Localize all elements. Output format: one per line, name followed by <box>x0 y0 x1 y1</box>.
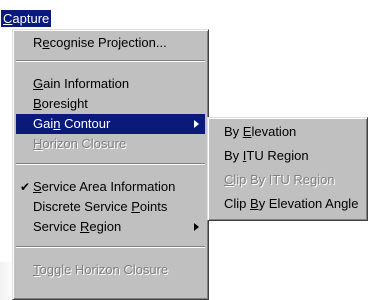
menu-item-accelerator: B <box>33 96 42 111</box>
menu-item-accelerator: P <box>131 199 140 214</box>
menu-item-toggle-horizon-closure: Toggle Horizon Closure <box>16 260 205 280</box>
menu-item-label-rest: oresight <box>41 96 88 111</box>
menu-item-label-rest: levation <box>251 124 297 139</box>
menu-item-label-rest: y Elevation Angle <box>258 196 359 211</box>
menu-item-gain-contour[interactable]: Gain Contour <box>16 114 205 134</box>
menu-item-label: Discrete Service <box>33 199 132 214</box>
menu-item-label: R <box>33 35 43 50</box>
menu-item-label: By <box>224 124 243 139</box>
menu-item-label-rest: orizon Closure <box>42 136 127 151</box>
submenu-arrow-icon <box>194 223 199 231</box>
menu-item-label: Gai <box>33 116 54 131</box>
menu-item-horizon-closure: Horizon Closure <box>16 134 205 154</box>
menu-item-discrete-service-points[interactable]: Discrete Service Points <box>16 197 205 217</box>
menu-item-label-rest: oints <box>139 199 168 214</box>
menu-item-label: Clip <box>224 196 251 211</box>
submenu-item-by-itu-region[interactable]: By ITU Region <box>211 146 364 166</box>
menu-item-recognise-projection[interactable]: Recognise Projection... <box>16 33 205 53</box>
gain-contour-submenu: By Elevation By ITU Region Clip By ITU R… <box>207 117 368 221</box>
submenu-item-by-elevation[interactable]: By Elevation <box>211 122 364 142</box>
menu-title-capture[interactable]: Capture <box>1 10 52 27</box>
menu-item-accelerator: B <box>250 196 259 211</box>
submenu-item-clip-by-itu-region: Clip By ITU Region <box>211 170 364 190</box>
menu-item-label-rest: lip By ITU Region <box>233 172 335 187</box>
menu-item-label-rest: ain Information <box>43 76 130 91</box>
menu-item-label-rest: TU Region <box>246 148 309 163</box>
submenu-item-clip-by-elevation-angle[interactable]: Clip By Elevation Angle <box>211 194 364 214</box>
menu-item-accelerator: R <box>79 219 90 234</box>
menu-item-label-rest: ervice Area Information <box>41 179 176 194</box>
menu-item-label-rest: cognise Projection... <box>49 35 167 50</box>
menu-item-service-area-information[interactable]: ✔ Service Area Information <box>16 177 205 197</box>
checkmark-icon: ✔ <box>20 180 31 194</box>
capture-dropdown-menu: Recognise Projection... Gain Information… <box>12 29 209 300</box>
menu-item-accelerator: S <box>33 179 42 194</box>
menu-item-boresight[interactable]: Boresight <box>16 94 205 114</box>
menu-item-service-region[interactable]: Service Region <box>16 217 205 237</box>
menu-item-label-rest: egion <box>89 219 122 234</box>
menu-title-text-rest: apture <box>12 11 50 26</box>
menu-separator <box>16 246 205 248</box>
menu-item-accelerator: C <box>224 172 234 187</box>
menu-item-label-rest: Contour <box>60 116 111 131</box>
submenu-arrow-icon <box>194 120 199 128</box>
menu-separator <box>16 60 205 62</box>
menu-item-accelerator: e <box>42 35 50 50</box>
menu-separator <box>16 163 205 165</box>
menu-item-label-rest: oggle Horizon Closure <box>39 262 169 277</box>
menu-item-gain-information[interactable]: Gain Information <box>16 74 205 94</box>
menu-item-label: By <box>224 148 243 163</box>
menu-item-accelerator: G <box>33 76 44 91</box>
menu-item-label: Service <box>33 219 80 234</box>
menu-title-accelerator: C <box>3 11 13 26</box>
menu-item-accelerator: H <box>33 136 43 151</box>
